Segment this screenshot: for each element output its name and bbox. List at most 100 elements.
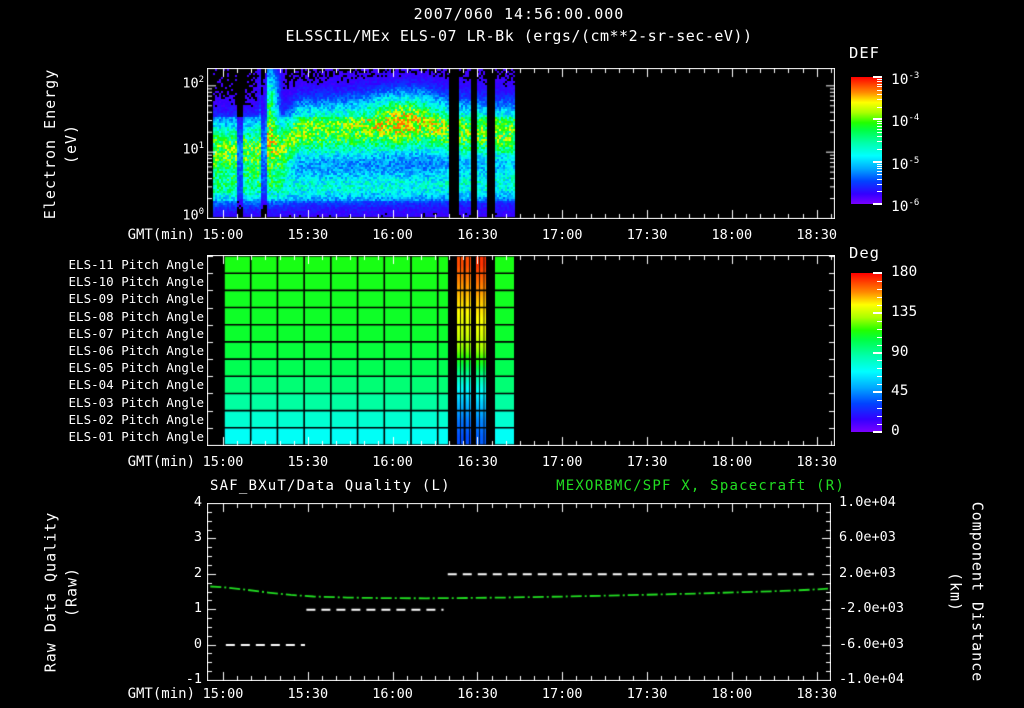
time-tick-label: 18:00 bbox=[711, 227, 753, 243]
page-title: 2007/060 14:56:00.000 bbox=[413, 5, 625, 23]
plot-dashboard: 2007/060 14:56:00.000 ELSSCIL/MEx ELS-07… bbox=[0, 0, 1024, 708]
colorbar-minor-tick bbox=[877, 345, 882, 346]
pitch-angle-row-label: ELS-11 Pitch Angle bbox=[68, 257, 204, 273]
colorbar-minor-tick bbox=[877, 424, 882, 425]
panel3-left-axis-title-line1: Raw Data Quality bbox=[41, 511, 59, 673]
colorbar-minor-tick bbox=[877, 168, 882, 169]
colorbar-major-tick bbox=[873, 76, 882, 78]
time-tick-label: 15:30 bbox=[287, 454, 329, 470]
colorbar-minor-tick bbox=[877, 94, 882, 95]
colorbar-tick-label: 0 bbox=[891, 423, 900, 439]
def-colorbar-title: DEF bbox=[849, 44, 880, 62]
panel1-y-axis-title: Electron Energy (eV) bbox=[26, 68, 96, 219]
time-tick-label: 15:00 bbox=[202, 686, 244, 702]
colorbar-major-tick bbox=[873, 202, 882, 205]
time-tick-label: 18:30 bbox=[796, 454, 837, 470]
panel1-y-tick-label: 100 bbox=[182, 207, 204, 224]
time-tick-label: 17:00 bbox=[541, 454, 583, 470]
colorbar-minor-tick bbox=[877, 184, 882, 185]
panel1-x-axis-title: GMT(min) bbox=[127, 227, 195, 243]
colorbar-tick-label: 90 bbox=[891, 343, 909, 360]
colorbar-minor-tick bbox=[877, 179, 882, 180]
colorbar-minor-tick bbox=[877, 99, 882, 100]
deg-colorbar-title: Deg bbox=[849, 244, 880, 262]
panel3-right-tick-label: -6.0e+03 bbox=[839, 635, 905, 652]
colorbar-major-tick bbox=[873, 351, 882, 354]
colorbar-minor-tick bbox=[877, 321, 882, 322]
colorbar-minor-tick bbox=[877, 376, 882, 377]
panel3-left-tick-label: 4 bbox=[193, 494, 202, 510]
colorbar-minor-tick bbox=[877, 129, 882, 130]
colorbar-minor-tick bbox=[877, 289, 882, 290]
time-tick-label: 18:00 bbox=[711, 454, 753, 470]
colorbar-tick-label: 45 bbox=[891, 383, 909, 400]
colorbar-major-tick bbox=[873, 431, 882, 433]
panel3-left-axis-title: Raw Data Quality (Raw) bbox=[26, 503, 96, 681]
colorbar-minor-tick bbox=[877, 174, 882, 175]
time-tick-label: 16:00 bbox=[372, 686, 413, 702]
time-tick-label: 17:30 bbox=[626, 227, 668, 243]
time-tick-label: 15:00 bbox=[202, 454, 244, 470]
colorbar-tick-label: 135 bbox=[891, 303, 918, 320]
panel3-left-tick-label: 3 bbox=[193, 529, 202, 546]
time-tick-label: 16:30 bbox=[457, 227, 498, 243]
colorbar-minor-tick bbox=[877, 337, 882, 338]
pitch-angle-row-label: ELS-10 Pitch Angle bbox=[68, 274, 204, 290]
panel3-right-axis-title-line1: Component Distance bbox=[968, 501, 986, 683]
pitch-angle-row-label: ELS-08 Pitch Angle bbox=[68, 308, 204, 324]
panel3-left-tick-label: -1 bbox=[185, 671, 202, 687]
time-tick-label: 18:30 bbox=[796, 686, 837, 702]
colorbar-minor-tick bbox=[877, 281, 882, 282]
quality-distance-plot bbox=[207, 503, 831, 681]
panel3-right-tick-label: -2.0e+03 bbox=[839, 600, 905, 617]
colorbar-major-tick bbox=[873, 272, 882, 274]
colorbar-minor-tick bbox=[877, 416, 882, 417]
colorbar-minor-tick bbox=[877, 297, 882, 298]
colorbar-tick-label: 180 bbox=[891, 264, 918, 280]
panel3-left-axis-title-line2: (Raw) bbox=[62, 566, 80, 618]
panel2-x-axis-title: GMT(min) bbox=[127, 454, 195, 470]
colorbar-minor-tick bbox=[877, 408, 882, 409]
colorbar-minor-tick bbox=[877, 86, 882, 87]
panel3-left-tick-label: 1 bbox=[193, 600, 202, 617]
panel3-left-tick-label: 0 bbox=[193, 635, 202, 652]
time-tick-label: 17:30 bbox=[626, 686, 668, 702]
time-tick-label: 16:00 bbox=[372, 454, 413, 470]
colorbar-tick-label: 10-6 bbox=[891, 197, 920, 215]
panel3-right-axis-title: Component Distance (km) bbox=[936, 500, 996, 684]
colorbar-minor-tick bbox=[877, 368, 882, 369]
colorbar-tick-label: 10-3 bbox=[891, 71, 920, 88]
time-tick-label: 18:30 bbox=[796, 227, 837, 243]
panel3-right-series-title: MEXORBMC/SPF X, Spacecraft (R) bbox=[556, 478, 845, 494]
panel1-y-tick-label: 101 bbox=[182, 141, 204, 158]
panel3-left-tick-label: 2 bbox=[193, 564, 202, 581]
colorbar-minor-tick bbox=[877, 121, 882, 122]
colorbar-tick-label: 10-4 bbox=[891, 113, 920, 131]
pitch-angle-row-label: ELS-02 Pitch Angle bbox=[68, 411, 204, 427]
colorbar-minor-tick bbox=[877, 79, 882, 80]
colorbar-minor-tick bbox=[877, 191, 882, 192]
panel3-x-axis-title: GMT(min) bbox=[127, 686, 195, 702]
colorbar-major-tick bbox=[873, 160, 882, 163]
page-subtitle: ELSSCIL/MEx ELS-07 LR-Bk (ergs/(cm**2-sr… bbox=[285, 27, 753, 45]
colorbar-minor-tick bbox=[877, 132, 882, 133]
panel1-y-tick-label: 102 bbox=[182, 75, 204, 92]
pitch-angle-heatmap bbox=[207, 255, 835, 446]
colorbar-minor-tick bbox=[877, 384, 882, 385]
panel3-right-tick-label: -1.0e+04 bbox=[839, 671, 905, 687]
pitch-angle-row-label: ELS-09 Pitch Angle bbox=[68, 291, 204, 307]
panel3-left-series-title: SAF_BXuT/Data Quality (L) bbox=[210, 478, 451, 494]
colorbar-minor-tick bbox=[877, 171, 882, 172]
colorbar-major-tick bbox=[873, 391, 882, 394]
pitch-angle-row-label: ELS-01 Pitch Angle bbox=[68, 428, 204, 444]
time-tick-label: 17:00 bbox=[541, 686, 583, 702]
time-tick-label: 15:30 bbox=[287, 227, 329, 243]
colorbar-minor-tick bbox=[877, 164, 882, 165]
panel3-right-axis-title-line2: (km) bbox=[946, 571, 964, 613]
colorbar-minor-tick bbox=[877, 141, 882, 142]
time-tick-label: 15:00 bbox=[202, 227, 244, 243]
colorbar-minor-tick bbox=[877, 126, 882, 127]
colorbar-minor-tick bbox=[877, 149, 882, 150]
colorbar-minor-tick bbox=[877, 107, 882, 108]
time-tick-label: 17:30 bbox=[626, 454, 668, 470]
